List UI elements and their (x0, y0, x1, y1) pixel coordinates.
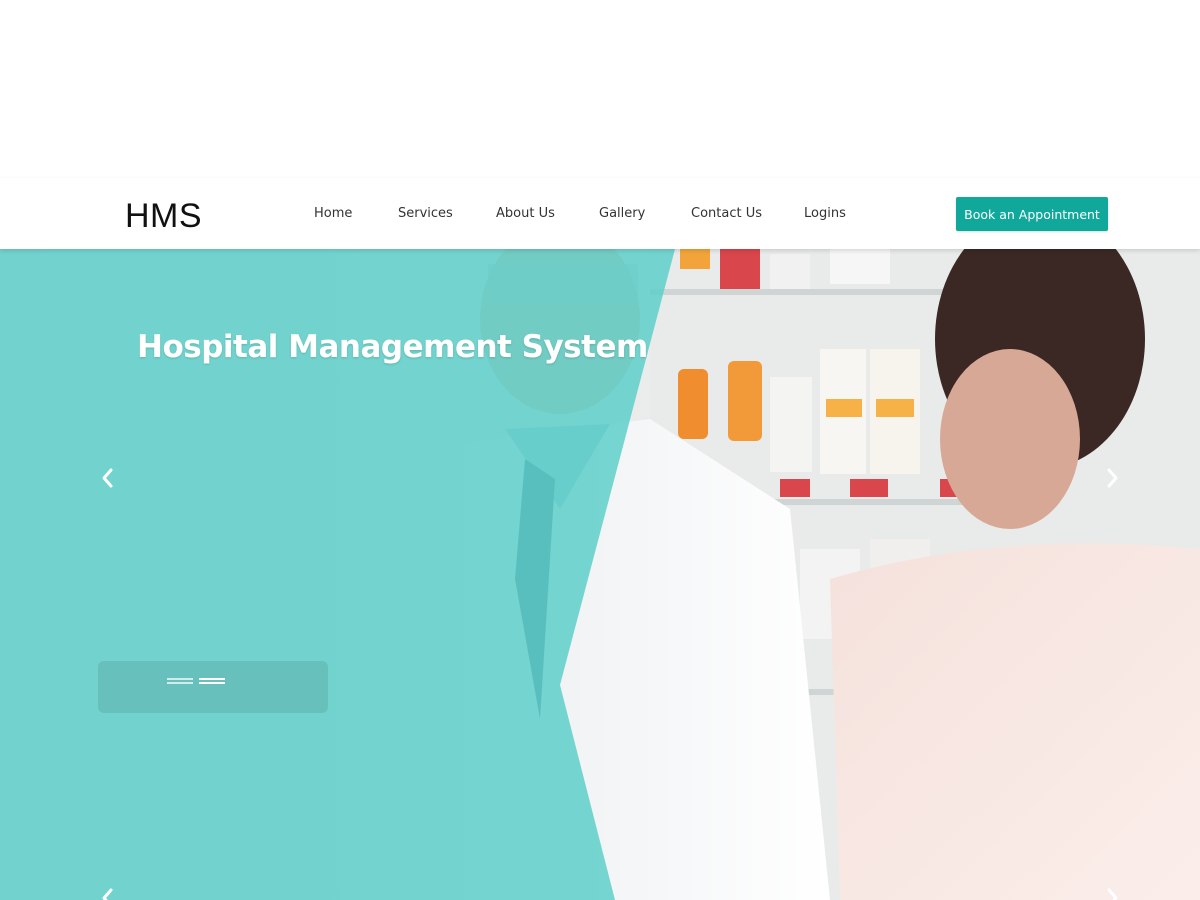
chevron-left-icon (102, 468, 113, 488)
chevron-left-icon (102, 888, 113, 900)
site-header: HMS Home Services About Us Gallery Conta… (0, 178, 1200, 249)
page: HMS Home Services About Us Gallery Conta… (0, 0, 1200, 900)
hero-carousel: Hospital Management System (0, 249, 1200, 900)
nav-services-link[interactable]: Services (398, 205, 453, 223)
site-logo[interactable]: HMS (125, 196, 202, 236)
carousel-next-button-secondary[interactable] (1102, 885, 1122, 900)
chevron-right-icon (1107, 468, 1118, 488)
hero-title: Hospital Management System (137, 329, 648, 365)
carousel-next-button[interactable] (1102, 465, 1122, 491)
carousel-prev-button[interactable] (98, 465, 118, 491)
nav-logins-link[interactable]: Logins (804, 205, 846, 223)
carousel-indicators (167, 678, 225, 684)
carousel-indicator-1[interactable] (167, 678, 193, 684)
nav-gallery-link[interactable]: Gallery (599, 205, 645, 223)
nav-contact-link[interactable]: Contact Us (691, 205, 762, 223)
carousel-prev-button-secondary[interactable] (98, 885, 118, 900)
carousel-indicator-2[interactable] (199, 678, 225, 684)
chevron-right-icon (1107, 888, 1118, 900)
nav-about-link[interactable]: About Us (496, 205, 555, 223)
nav-home-link[interactable]: Home (314, 205, 352, 223)
book-appointment-button[interactable]: Book an Appointment (956, 197, 1108, 231)
